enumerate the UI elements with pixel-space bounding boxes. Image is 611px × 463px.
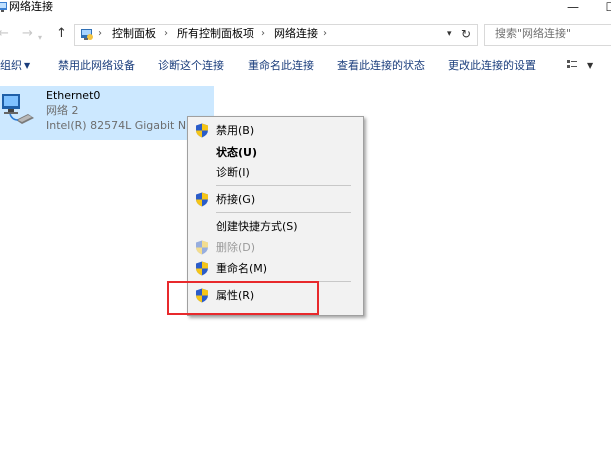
breadcrumb-separator-icon: › <box>98 28 102 39</box>
up-arrow-icon[interactable]: ↑ <box>56 26 67 42</box>
connection-network: 网络 2 <box>46 104 79 117</box>
menu-item-create-shortcut[interactable]: 创建快捷方式(S) <box>216 220 298 234</box>
recent-locations-icon[interactable]: ▾ <box>38 30 42 46</box>
properties-highlight-box <box>167 281 319 315</box>
menu-item-rename[interactable]: 重命名(M) <box>216 262 267 276</box>
shield-icon <box>196 261 208 276</box>
connection-name: Ethernet0 <box>46 89 101 102</box>
breadcrumb-separator-icon: › <box>323 28 327 39</box>
change-settings-button[interactable]: 更改此连接的设置 <box>448 59 536 73</box>
organize-button[interactable]: 组织 <box>0 59 22 73</box>
diagnose-button[interactable]: 诊断这个连接 <box>158 59 224 73</box>
control-panel-icon <box>81 29 93 40</box>
rename-button[interactable]: 重命名此连接 <box>248 59 314 73</box>
refresh-icon[interactable]: ↻ <box>461 26 471 42</box>
forward-arrow-icon[interactable]: → <box>22 26 33 42</box>
address-dropdown-icon[interactable]: ▾ <box>447 27 452 41</box>
shield-icon <box>196 123 208 138</box>
menu-separator <box>216 212 351 213</box>
view-options-icon[interactable] <box>566 58 578 72</box>
back-arrow-icon[interactable]: ← <box>0 26 9 42</box>
menu-item-delete: 删除(D) <box>216 241 256 254</box>
breadcrumb-control-panel[interactable]: 控制面板 <box>112 26 156 42</box>
view-status-button[interactable]: 查看此连接的状态 <box>337 59 425 73</box>
connection-device: Intel(R) 82574L Gigabit Network Connecti… <box>46 119 186 132</box>
organize-dropdown-icon[interactable]: ▼ <box>24 60 30 72</box>
window-title: 网络连接 <box>9 0 53 13</box>
shield-icon <box>196 240 208 255</box>
breadcrumb-all-items[interactable]: 所有控制面板项 <box>177 26 254 42</box>
maximize-button[interactable]: ☐ <box>596 0 611 16</box>
title-bar <box>0 0 611 18</box>
search-placeholder: 搜索"网络连接" <box>495 27 572 40</box>
view-dropdown-icon[interactable]: ▼ <box>587 60 593 72</box>
breadcrumb-separator-icon: › <box>164 28 168 39</box>
breadcrumb-separator-icon: › <box>261 28 265 39</box>
menu-item-status[interactable]: 状态(U) <box>216 146 257 160</box>
menu-separator <box>216 185 351 186</box>
disable-device-button[interactable]: 禁用此网络设备 <box>58 59 135 73</box>
minimize-button[interactable]: — <box>558 0 588 16</box>
network-adapter-icon <box>2 94 34 124</box>
menu-item-disable[interactable]: 禁用(B) <box>216 124 254 138</box>
menu-item-bridge[interactable]: 桥接(G) <box>216 193 255 207</box>
breadcrumb-network-connections[interactable]: 网络连接 <box>274 26 318 42</box>
menu-item-diagnose[interactable]: 诊断(I) <box>216 166 250 180</box>
shield-icon <box>196 192 208 207</box>
